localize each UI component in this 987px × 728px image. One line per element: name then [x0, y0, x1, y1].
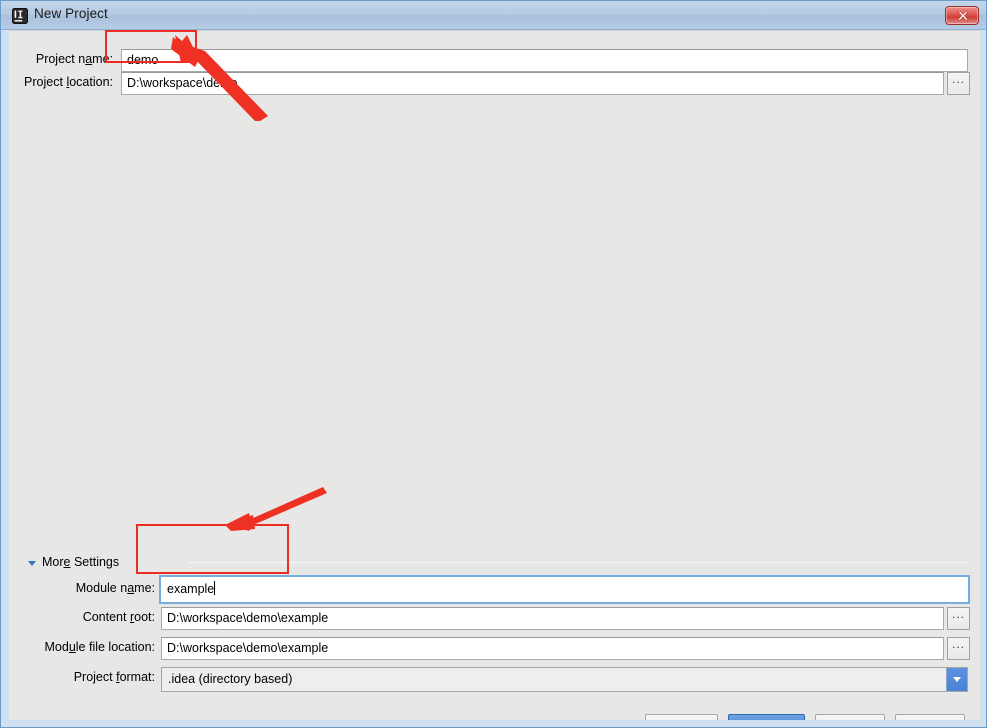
project-format-value: .idea (directory based)	[168, 672, 293, 686]
ellipsis-icon: ...	[951, 607, 965, 621]
module-name-input[interactable]: example	[161, 577, 968, 602]
module-name-row: Module name: example	[9, 577, 980, 602]
dialog-client-area: Project name: demo Project location: D:\…	[9, 30, 980, 727]
project-location-input[interactable]: D:\workspace\demo	[121, 72, 944, 95]
intellij-idea-icon	[12, 8, 28, 24]
content-root-label: Content root:	[82, 610, 155, 624]
content-root-row: Content root: D:\workspace\demo\example …	[9, 607, 980, 630]
ellipsis-icon: ...	[951, 637, 965, 651]
more-settings-label: More Settings	[42, 555, 120, 569]
text-caret	[214, 581, 216, 595]
project-name-row: Project name: demo	[9, 49, 980, 72]
triangle-down-icon[interactable]	[28, 561, 36, 566]
project-location-browse-button[interactable]: ...	[947, 72, 970, 95]
content-root-value: D:\workspace\demo\example	[167, 611, 329, 625]
module-file-location-input[interactable]: D:\workspace\demo\example	[161, 637, 944, 660]
module-file-location-value: D:\workspace\demo\example	[167, 641, 329, 655]
close-icon	[957, 11, 969, 21]
project-format-select[interactable]: .idea (directory based)	[161, 667, 968, 692]
project-format-label: Project format:	[73, 670, 155, 684]
content-root-browse-button[interactable]: ...	[947, 607, 970, 630]
window-title: New Project	[34, 6, 108, 21]
module-file-location-label: Module file location:	[44, 640, 156, 654]
more-settings-separator	[189, 562, 968, 563]
new-project-dialog-window: New Project Project name: demo Project l…	[0, 0, 987, 728]
ellipsis-icon: ...	[951, 72, 965, 86]
project-name-input[interactable]: demo	[121, 49, 968, 72]
project-location-value: D:\workspace\demo	[127, 76, 238, 90]
project-format-row: Project format: .idea (directory based)	[9, 667, 980, 692]
module-file-location-browse-button[interactable]: ...	[947, 637, 970, 660]
content-root-input[interactable]: D:\workspace\demo\example	[161, 607, 944, 630]
project-name-value: demo	[127, 53, 159, 67]
window-bottom-border	[9, 720, 980, 727]
module-file-location-row: Module file location: D:\workspace\demo\…	[9, 637, 980, 660]
project-name-label: Project name:	[35, 52, 113, 66]
title-bar: New Project	[1, 1, 986, 30]
module-name-value: example	[167, 582, 215, 596]
project-location-label: Project location:	[24, 75, 113, 89]
project-location-row: Project location: D:\workspace\demo ...	[9, 72, 980, 95]
module-name-label: Module name:	[75, 581, 155, 595]
close-button[interactable]	[945, 6, 979, 25]
chevron-down-icon[interactable]	[946, 668, 967, 691]
